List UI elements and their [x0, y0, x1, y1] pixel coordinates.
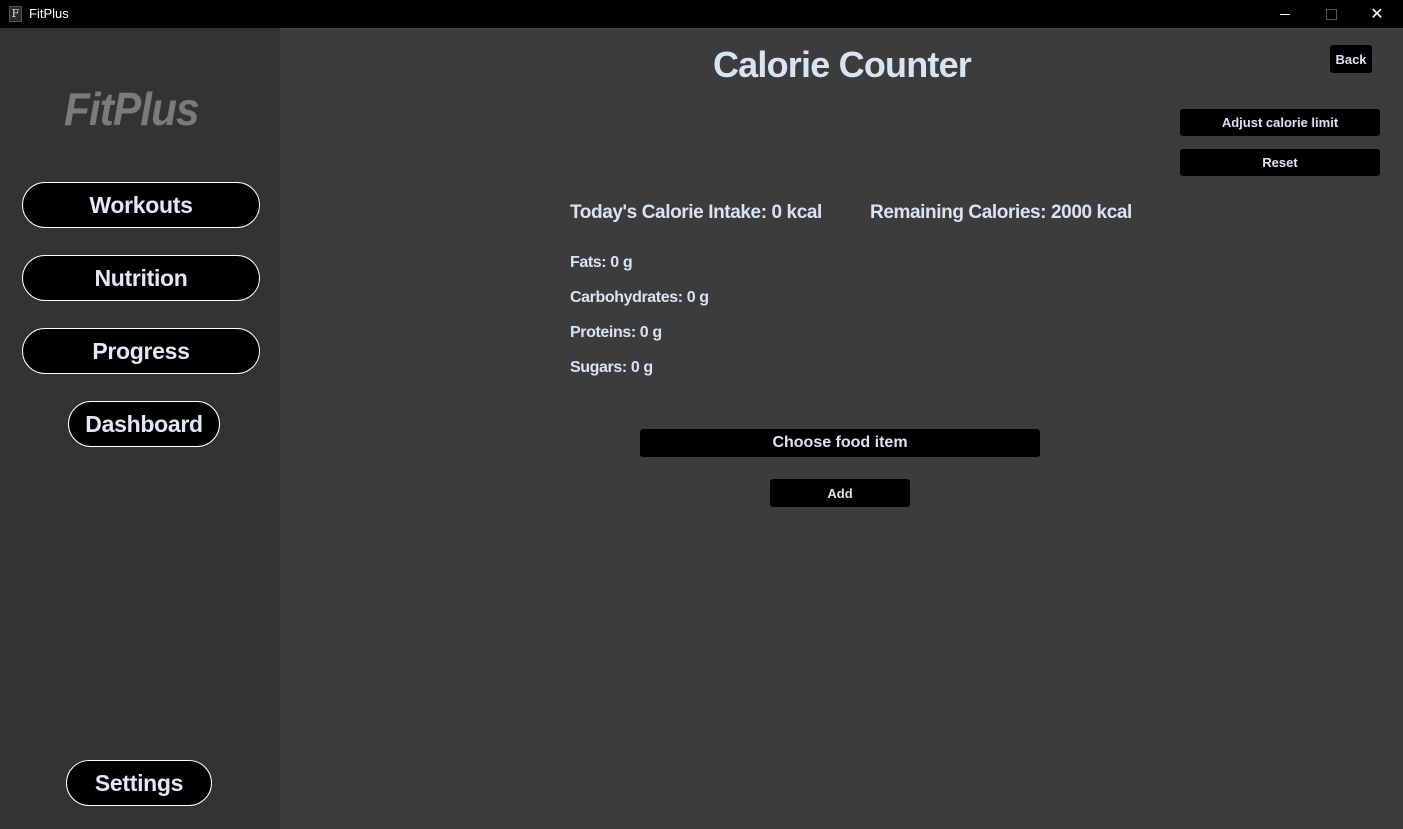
nav-progress-button[interactable]: Progress [22, 328, 260, 374]
settings-button[interactable]: Settings [66, 760, 212, 806]
sugars-text: Sugars: 0 g [570, 359, 653, 376]
adjust-calorie-limit-button[interactable]: Adjust calorie limit [1180, 109, 1380, 136]
reset-button[interactable]: Reset [1180, 149, 1380, 176]
proteins-text: Proteins: 0 g [570, 324, 662, 341]
maximize-icon [1325, 8, 1337, 20]
title-bar: F FitPlus ✕ [0, 0, 1403, 28]
minimize-icon [1280, 13, 1290, 15]
choose-food-dropdown[interactable]: Choose food item [640, 429, 1040, 457]
close-button[interactable]: ✕ [1354, 0, 1400, 28]
page-title: Calorie Counter [712, 44, 972, 85]
back-button[interactable]: Back [1330, 45, 1372, 73]
logo: FitPlus [64, 83, 200, 135]
sidebar: FitPlus Workouts Nutrition Progress Dash… [0, 28, 280, 829]
carbohydrates-text: Carbohydrates: 0 g [570, 289, 709, 306]
add-button[interactable]: Add [770, 479, 910, 507]
maximize-button[interactable] [1308, 0, 1354, 28]
fats-text: Fats: 0 g [570, 254, 633, 271]
minimize-button[interactable] [1262, 0, 1308, 28]
app-icon: F [9, 6, 22, 22]
nav-workouts-button[interactable]: Workouts [22, 182, 260, 228]
app-window: F FitPlus ✕ FitPlus Workouts Nutrition P… [0, 0, 1403, 829]
nav-dashboard-button[interactable]: Dashboard [68, 401, 220, 447]
remaining-calories-text: Remaining Calories: 2000 kcal [870, 202, 1132, 223]
calorie-intake-text: Today's Calorie Intake: 0 kcal [570, 202, 822, 223]
window-title: FitPlus [29, 6, 69, 21]
nav-nutrition-button[interactable]: Nutrition [22, 255, 260, 301]
close-icon: ✕ [1370, 4, 1384, 23]
